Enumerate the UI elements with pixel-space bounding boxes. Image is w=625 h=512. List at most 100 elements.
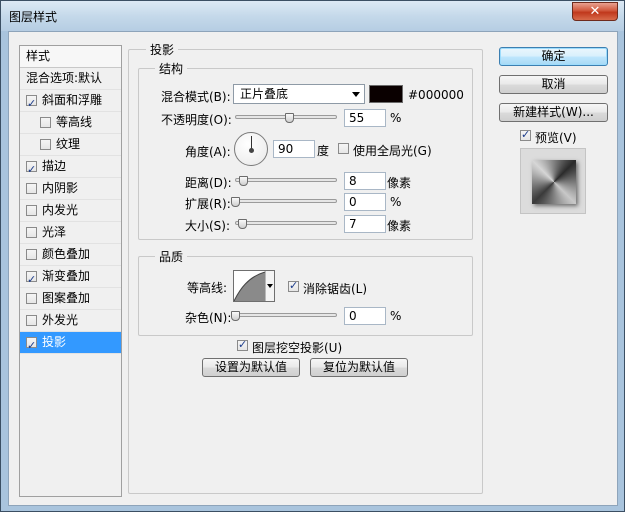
style-item-stroke[interactable]: 描边 bbox=[20, 156, 121, 180]
knockout-label[interactable]: 图层挖空投影(U) bbox=[252, 339, 342, 356]
preview-label[interactable]: 预览(V) bbox=[535, 129, 577, 146]
style-item-label: 内阴影 bbox=[42, 181, 79, 195]
angle-unit: 度 bbox=[317, 144, 330, 158]
window-title: 图层样式 bbox=[9, 10, 58, 24]
style-item-bevel-emboss[interactable]: 斜面和浮雕 bbox=[20, 90, 121, 114]
color-overlay-checkbox[interactable] bbox=[26, 249, 37, 260]
title-bar: 图层样式 ✕ bbox=[1, 1, 624, 31]
style-item-outer-glow[interactable]: 外发光 bbox=[20, 310, 121, 332]
style-item-label: 等高线 bbox=[56, 115, 93, 129]
blend-mode-label: 混合模式(B): bbox=[161, 90, 231, 104]
size-unit: 像素 bbox=[387, 219, 412, 233]
opacity-unit: % bbox=[390, 111, 402, 125]
spread-label: 扩展(R): bbox=[185, 197, 231, 211]
contour-curve-icon bbox=[233, 271, 266, 302]
noise-slider[interactable] bbox=[235, 313, 337, 317]
outer-glow-checkbox[interactable] bbox=[26, 315, 37, 326]
texture-checkbox[interactable] bbox=[40, 139, 51, 150]
inner-shadow-checkbox[interactable] bbox=[26, 183, 37, 194]
blend-mode-select[interactable]: 正片叠底 bbox=[233, 84, 365, 104]
angle-input[interactable]: 90 bbox=[273, 140, 315, 158]
distance-unit: 像素 bbox=[387, 176, 412, 190]
style-item-label: 投影 bbox=[42, 335, 67, 349]
opacity-slider-thumb[interactable] bbox=[285, 113, 294, 123]
style-item-gradient-overlay[interactable]: 渐变叠加 bbox=[20, 266, 121, 290]
distance-slider[interactable] bbox=[235, 178, 337, 182]
noise-unit: % bbox=[390, 309, 402, 323]
opacity-label: 不透明度(O): bbox=[161, 113, 232, 127]
satin-checkbox[interactable] bbox=[26, 227, 37, 238]
noise-label: 杂色(N): bbox=[185, 311, 232, 325]
spread-unit: % bbox=[390, 195, 402, 209]
style-item-label: 外发光 bbox=[42, 313, 79, 327]
dialog-body: 样式 混合选项:默认 斜面和浮雕 等高线 纹理 描边 内阴影 bbox=[8, 31, 618, 506]
blend-options-item[interactable]: 混合选项:默认 bbox=[20, 68, 121, 90]
style-preview bbox=[520, 148, 586, 214]
knockout-checkbox[interactable] bbox=[237, 338, 248, 351]
preview-checkbox[interactable] bbox=[520, 128, 531, 141]
stroke-checkbox[interactable] bbox=[26, 159, 37, 180]
distance-label: 距离(D): bbox=[185, 176, 232, 190]
spread-slider[interactable] bbox=[235, 199, 337, 203]
size-input[interactable]: 7 bbox=[344, 215, 386, 233]
style-item-color-overlay[interactable]: 颜色叠加 bbox=[20, 244, 121, 266]
gradient-overlay-checkbox[interactable] bbox=[26, 269, 37, 290]
style-list: 样式 混合选项:默认 斜面和浮雕 等高线 纹理 描边 内阴影 bbox=[19, 45, 122, 497]
global-light-label[interactable]: 使用全局光(G) bbox=[353, 142, 432, 159]
style-item-label: 纹理 bbox=[56, 137, 81, 151]
structure-title: 结构 bbox=[155, 60, 188, 77]
style-list-header[interactable]: 样式 bbox=[20, 46, 121, 68]
style-item-contour[interactable]: 等高线 bbox=[20, 112, 121, 134]
make-default-button[interactable]: 设置为默认值 bbox=[202, 358, 300, 377]
shadow-color-swatch[interactable] bbox=[369, 85, 403, 103]
size-slider-thumb[interactable] bbox=[238, 219, 247, 229]
chevron-down-icon[interactable] bbox=[265, 271, 274, 301]
spread-input[interactable]: 0 bbox=[344, 193, 386, 211]
antialias-checkbox[interactable] bbox=[288, 279, 299, 292]
opacity-input[interactable]: 55 bbox=[344, 109, 386, 127]
style-item-texture[interactable]: 纹理 bbox=[20, 134, 121, 156]
quality-title: 品质 bbox=[155, 248, 188, 265]
layer-style-dialog: 图层样式 ✕ 样式 混合选项:默认 斜面和浮雕 等高线 纹理 描边 bbox=[0, 0, 625, 512]
angle-dial[interactable] bbox=[234, 132, 268, 166]
cancel-button[interactable]: 取消 bbox=[499, 75, 608, 94]
noise-input[interactable]: 0 bbox=[344, 307, 386, 325]
inner-glow-checkbox[interactable] bbox=[26, 205, 37, 216]
style-item-inner-shadow[interactable]: 内阴影 bbox=[20, 178, 121, 200]
style-item-satin[interactable]: 光泽 bbox=[20, 222, 121, 244]
noise-slider-thumb[interactable] bbox=[231, 311, 240, 321]
style-item-label: 光泽 bbox=[42, 225, 67, 239]
style-item-label: 颜色叠加 bbox=[42, 247, 91, 261]
ok-button[interactable]: 确定 bbox=[499, 47, 608, 66]
blend-mode-value: 正片叠底 bbox=[240, 87, 289, 101]
dial-center bbox=[249, 148, 254, 153]
antialias-label[interactable]: 消除锯齿(L) bbox=[303, 280, 367, 297]
chevron-down-icon bbox=[352, 92, 360, 97]
angle-label: 角度(A): bbox=[185, 145, 231, 159]
style-item-pattern-overlay[interactable]: 图案叠加 bbox=[20, 288, 121, 310]
drop-shadow-title: 投影 bbox=[146, 41, 179, 58]
style-item-label: 描边 bbox=[42, 159, 67, 173]
bevel-emboss-checkbox[interactable] bbox=[26, 93, 37, 114]
reset-default-button[interactable]: 复位为默认值 bbox=[310, 358, 408, 377]
spread-slider-thumb[interactable] bbox=[231, 197, 240, 207]
global-light-checkbox[interactable] bbox=[338, 143, 349, 154]
pattern-overlay-checkbox[interactable] bbox=[26, 293, 37, 304]
contour-label: 等高线: bbox=[187, 281, 228, 295]
style-item-label: 图案叠加 bbox=[42, 291, 91, 305]
new-style-button[interactable]: 新建样式(W)... bbox=[499, 103, 608, 122]
style-item-drop-shadow[interactable]: 投影 bbox=[20, 332, 121, 356]
size-label: 大小(S): bbox=[185, 219, 231, 233]
contour-checkbox[interactable] bbox=[40, 117, 51, 128]
distance-slider-thumb[interactable] bbox=[239, 176, 248, 186]
size-slider[interactable] bbox=[235, 221, 337, 225]
style-item-inner-glow[interactable]: 内发光 bbox=[20, 200, 121, 222]
style-item-label: 内发光 bbox=[42, 203, 79, 217]
close-button[interactable]: ✕ bbox=[572, 2, 618, 21]
drop-shadow-checkbox[interactable] bbox=[26, 335, 37, 356]
preview-swatch bbox=[532, 160, 576, 204]
distance-input[interactable]: 8 bbox=[344, 172, 386, 190]
style-item-label: 斜面和浮雕 bbox=[42, 93, 103, 107]
shadow-color-hex: #000000 bbox=[408, 88, 464, 102]
contour-picker[interactable] bbox=[233, 270, 275, 302]
